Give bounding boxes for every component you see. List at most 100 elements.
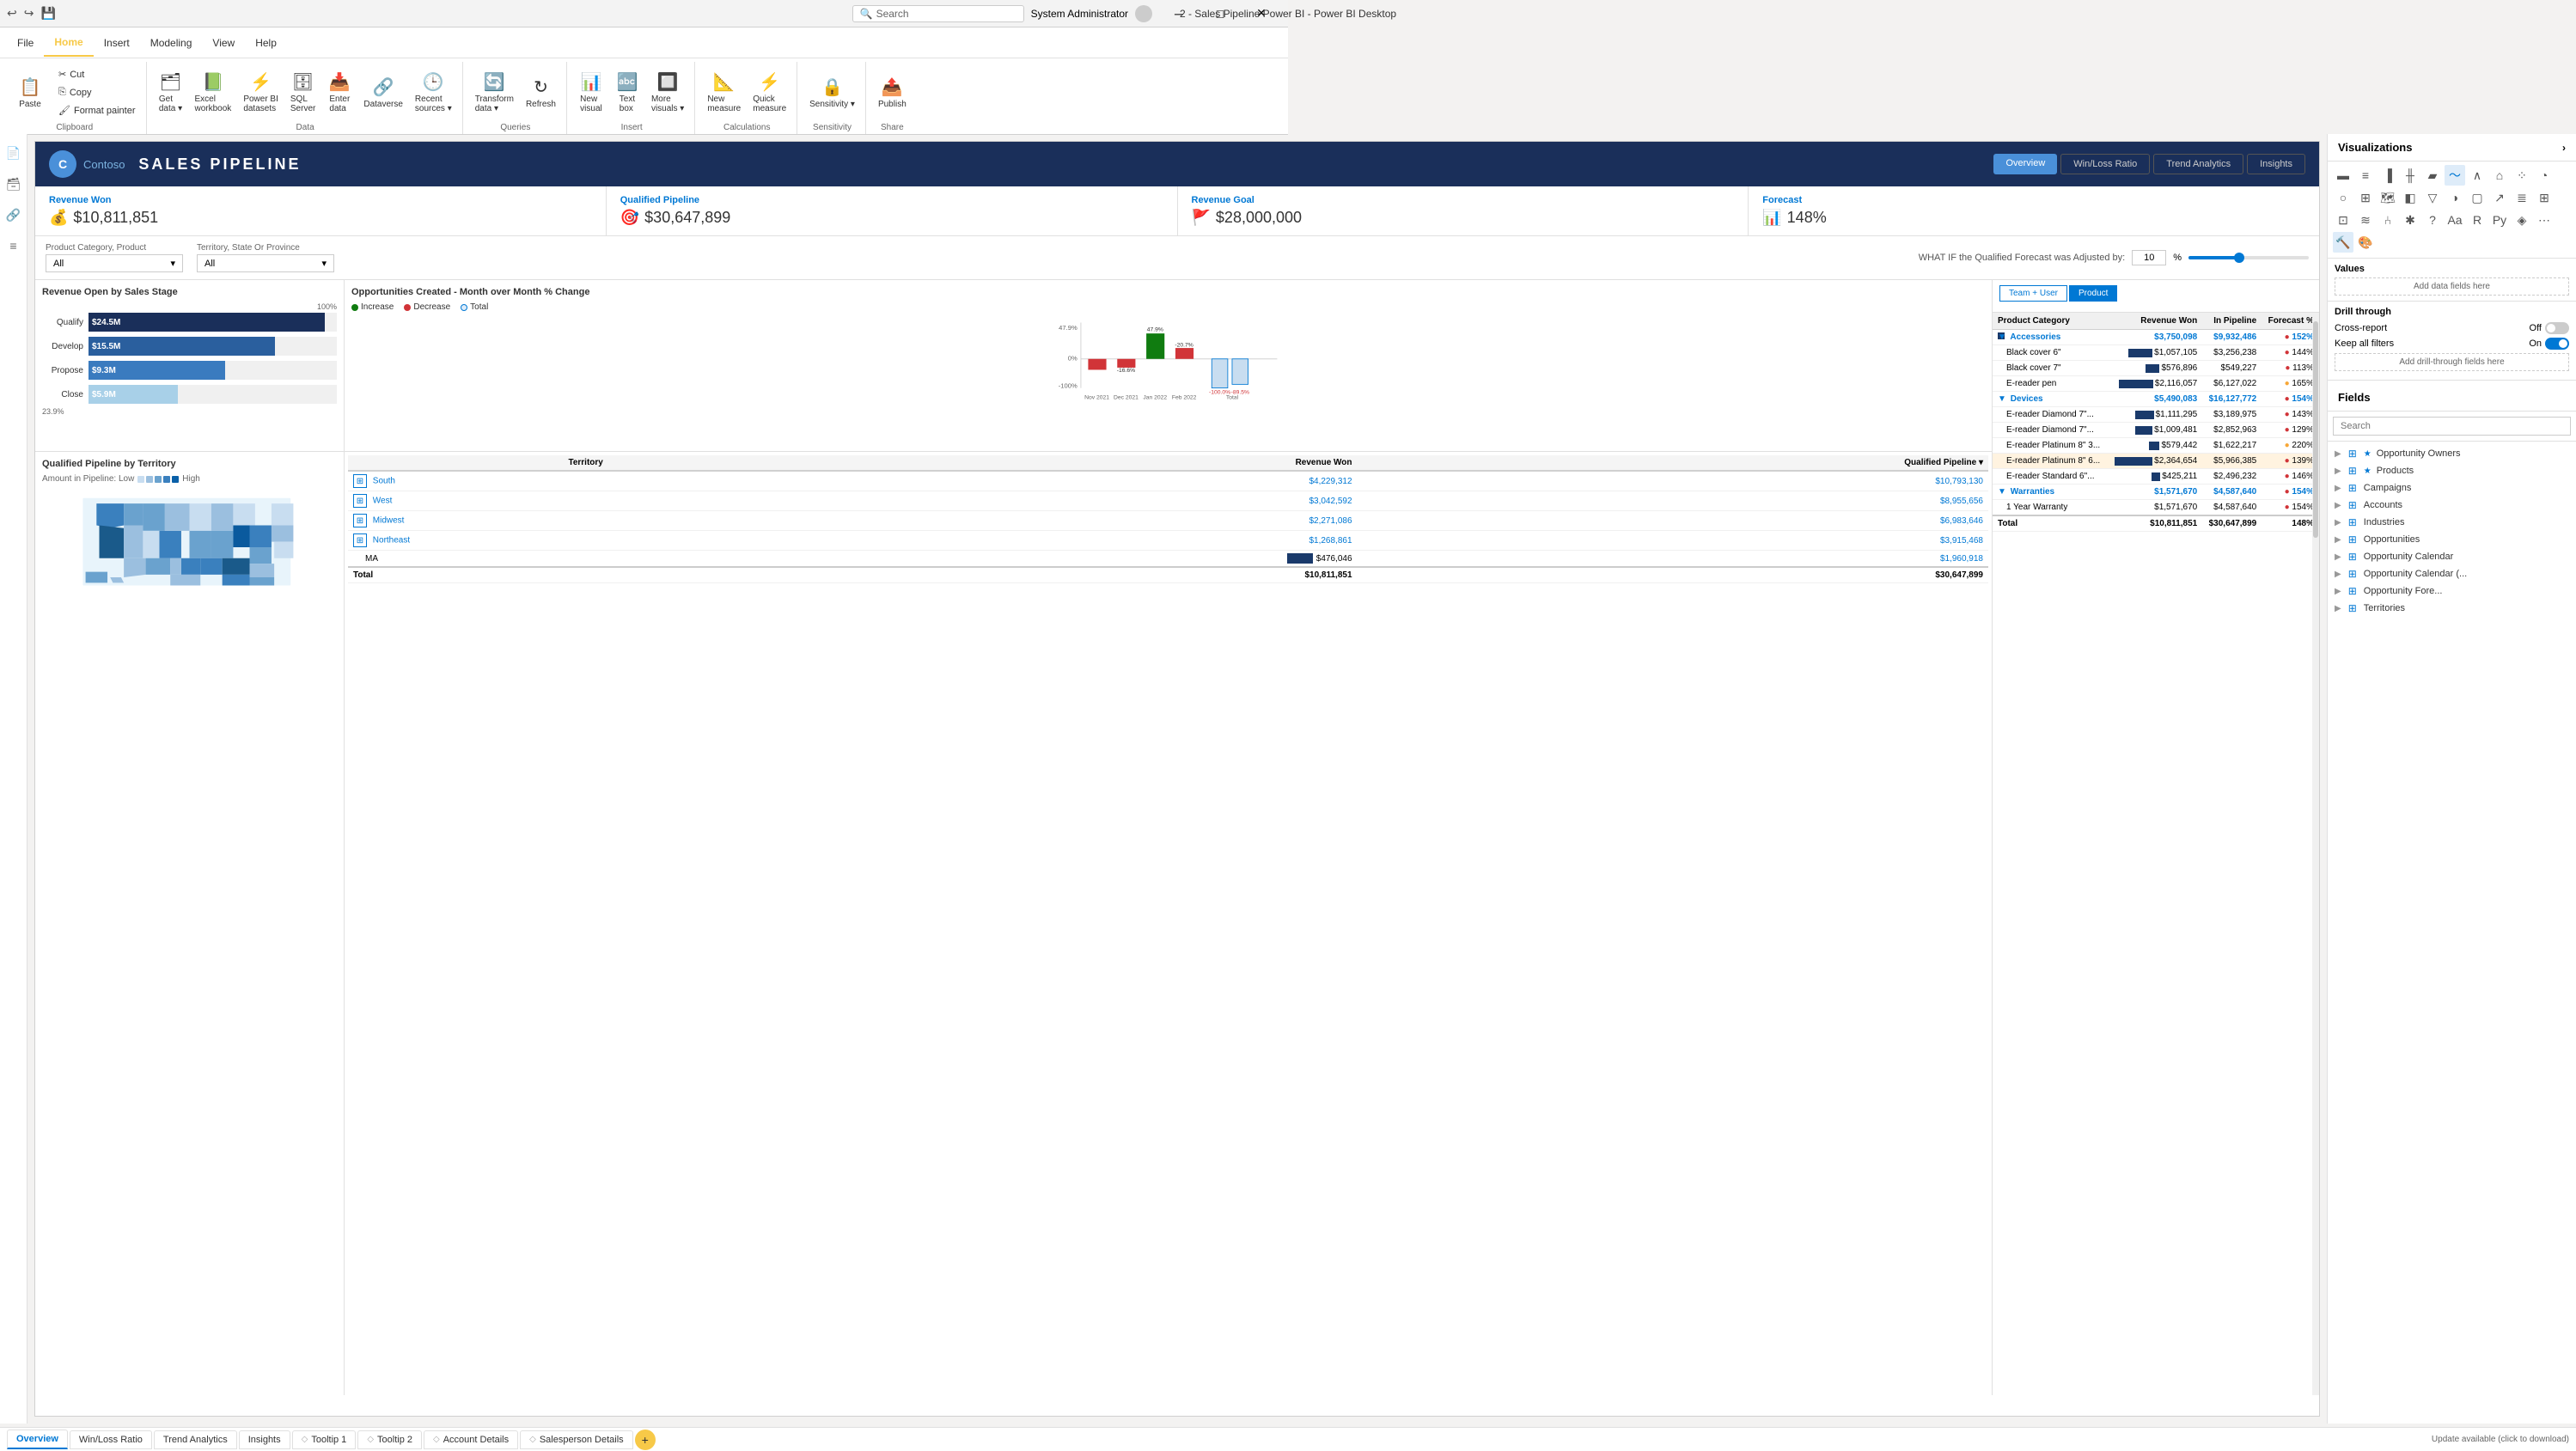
expand-midwest[interactable]: ⊞ [353,514,367,527]
viz-card[interactable]: ▢ [2467,187,2487,208]
expand-south[interactable]: ⊞ [353,474,367,488]
viz-custom[interactable]: ⋯ [2534,210,2555,230]
field-section-territories[interactable]: ▶ ⊞ Territories [2328,600,2576,613]
format-painter-button[interactable]: 🖌 Format painter [53,102,141,119]
viz-stacked-bar[interactable]: ▬ [2333,165,2353,186]
field-section-opportunities[interactable]: ▶ ⊞ Opportunities [2328,531,2576,548]
viz-slicer[interactable]: ≣ [2512,187,2532,208]
tab-view[interactable]: View [202,30,245,56]
viz-filled-map[interactable]: ◧ [2400,187,2420,208]
new-visual-button[interactable]: 📊 Newvisual [574,68,608,117]
viz-waterfall[interactable]: ≋ [2355,210,2376,230]
tab-account-details[interactable]: ◇ Account Details [424,1430,518,1449]
territory-filter-select[interactable]: All ▾ [197,254,334,272]
viz-pie[interactable]: ◔ [2534,165,2555,186]
viz-matrix[interactable]: ⊡ [2333,210,2353,230]
product-table-scrollbar[interactable] [2312,313,2319,1395]
viz-smart-narrative[interactable]: Aa [2445,210,2465,230]
sidebar-icon-dax[interactable]: ≡ [2,234,26,258]
sql-button[interactable]: 🗄 SQLServer [285,68,320,117]
product-filter-select[interactable]: All ▾ [46,254,183,272]
add-data-fields-button[interactable]: Add data fields here [2335,277,2569,296]
refresh-button[interactable]: ↻ Refresh [521,73,561,113]
sidebar-icon-model[interactable]: 🔗 [2,203,26,227]
viz-clustered-column[interactable]: ╫ [2400,165,2420,186]
tab-help[interactable]: Help [245,30,287,56]
enter-data-button[interactable]: 📥 Enterdata [322,68,357,117]
nav-insights[interactable]: Insights [2247,154,2305,174]
keep-filters-track[interactable] [2545,338,2569,350]
viz-ribbon[interactable]: ⌂ [2489,165,2510,186]
field-section-products[interactable]: ▶ ⊞ ★ Products [2328,462,2576,479]
field-section-opportunity-owners[interactable]: ▶ ⊞ ★ Opportunity Owners [2328,445,2576,462]
product-table-scroll[interactable]: Product Category Revenue Won In Pipeline… [1993,313,2319,1395]
tab-modeling[interactable]: Modeling [140,30,203,56]
text-box-button[interactable]: 🔤 Textbox [610,68,644,117]
viz-treemap[interactable]: ⊞ [2355,187,2376,208]
dataverse-button[interactable]: 🔗 Dataverse [358,73,408,113]
fields-search-input[interactable] [2333,417,2571,436]
viz-funnel[interactable]: ▽ [2422,187,2443,208]
redo-icon[interactable]: ↪ [24,6,34,21]
tab-tooltip2[interactable]: ◇ Tooltip 2 [357,1430,422,1449]
what-if-slider[interactable] [2188,256,2309,259]
undo-icon[interactable]: ↩ [7,6,17,21]
publish-button[interactable]: 📤 Publish [873,73,912,113]
cross-report-track[interactable] [2545,322,2569,334]
viz-line[interactable]: 〜 [2445,165,2465,186]
viz-donut[interactable]: ○ [2333,187,2353,208]
expand-devices-icon[interactable]: ▼ [1998,394,2005,401]
field-section-accounts[interactable]: ▶ ⊞ Accounts [2328,497,2576,514]
title-search[interactable]: 🔍 Search [852,5,1024,22]
update-notice[interactable]: Update available (click to download) [2432,1435,2569,1444]
sidebar-icon-report[interactable]: 📄 [2,141,26,165]
viz-kpi[interactable]: ↗ [2489,187,2510,208]
viz-stacked-column[interactable]: ▐ [2378,165,2398,186]
tab-overview[interactable]: Overview [7,1430,68,1449]
viz-r-visual[interactable]: R [2467,210,2487,230]
excel-button[interactable]: 📗 Excelworkbook [190,68,237,117]
save-icon[interactable]: 💾 [40,6,55,21]
visualizations-expand-icon[interactable]: › [2562,142,2566,154]
new-measure-button[interactable]: 📐 Newmeasure [702,68,746,117]
expand-warranties-icon[interactable]: ▼ [1998,487,2005,494]
keep-filters-switch[interactable]: On [2529,338,2569,350]
viz-decomp-tree[interactable]: ⑃ [2378,210,2398,230]
add-page-button[interactable]: + [635,1430,656,1450]
sidebar-icon-data[interactable]: 🗃 [2,172,26,196]
tab-insert[interactable]: Insert [94,30,140,56]
recent-sources-button[interactable]: 🕒 Recentsources ▾ [410,68,457,117]
viz-az-maps[interactable]: ◈ [2512,210,2532,230]
viz-area[interactable]: ∧ [2467,165,2487,186]
tab-home[interactable]: Home [44,29,93,57]
field-section-opportunity-calendar[interactable]: ▶ ⊞ Opportunity Calendar [2328,548,2576,565]
transform-data-button[interactable]: 🔄 Transformdata ▾ [470,68,519,117]
what-if-input[interactable] [2132,250,2166,265]
viz-format-icon[interactable]: 🎨 [2355,232,2376,253]
tab-winloss[interactable]: Win/Loss Ratio [70,1430,152,1449]
paste-button[interactable]: 📋 Paste [9,73,52,113]
field-section-opportunity-fore[interactable]: ▶ ⊞ Opportunity Fore... [2328,582,2576,600]
tab-trend[interactable]: Trend Analytics [154,1430,237,1449]
sensitivity-button[interactable]: 🔒 Sensitivity ▾ [804,73,860,113]
powerbi-datasets-button[interactable]: ⚡ Power BIdatasets [238,68,284,117]
toggle-product[interactable]: Product [2069,285,2117,302]
viz-map[interactable]: 🗺 [2378,187,2398,208]
cross-report-switch[interactable]: Off [2530,322,2569,334]
nav-overview[interactable]: Overview [1993,154,2057,174]
viz-python[interactable]: Py [2489,210,2510,230]
copy-button[interactable]: ⎘ Copy [53,84,141,101]
field-section-opportunity-calendar-2[interactable]: ▶ ⊞ Opportunity Calendar (... [2328,565,2576,582]
expand-west[interactable]: ⊞ [353,494,367,508]
cut-button[interactable]: ✂ Cut [53,66,141,82]
viz-table[interactable]: ⊞ [2534,187,2555,208]
tab-tooltip1[interactable]: ◇ Tooltip 1 [292,1430,357,1449]
more-visuals-button[interactable]: 🔲 Morevisuals ▾ [646,68,689,117]
viz-gauge[interactable]: ◑ [2445,187,2465,208]
expand-accessories-icon[interactable]: ▼ [1998,332,2005,339]
quick-measure-button[interactable]: ⚡ Quickmeasure [748,68,791,117]
get-data-button[interactable]: 🗂 Getdata ▾ [154,68,188,117]
field-section-campaigns[interactable]: ▶ ⊞ Campaigns [2328,479,2576,497]
nav-winloss[interactable]: Win/Loss Ratio [2060,154,2150,174]
tab-insights[interactable]: Insights [239,1430,290,1449]
